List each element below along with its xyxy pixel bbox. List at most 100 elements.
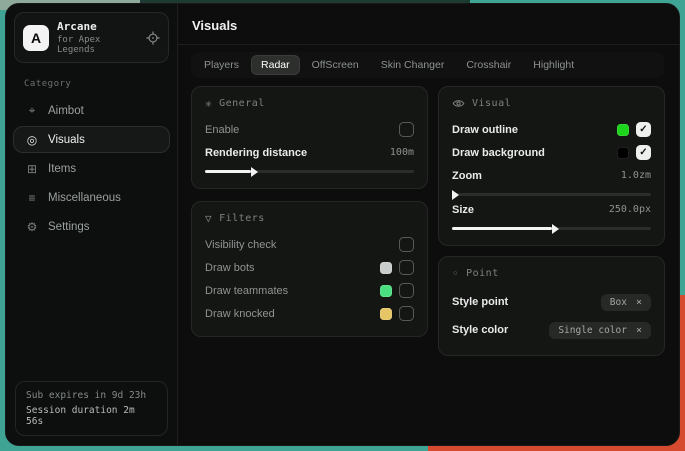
zoom-slider[interactable]	[452, 193, 651, 196]
draw-bots-checkbox[interactable]	[399, 260, 414, 275]
draw-background-checkbox[interactable]: ✓	[636, 145, 651, 160]
style-point-select[interactable]: Box ×	[601, 294, 651, 311]
tab-players[interactable]: Players	[194, 55, 249, 75]
size-label: Size	[452, 204, 474, 216]
sidebar-item-settings[interactable]: ⚙ Settings	[13, 213, 170, 240]
sidebar-item-aimbot[interactable]: ⌖ Aimbot	[13, 97, 170, 124]
draw-background-row: Draw background ✓	[452, 142, 651, 163]
sidebar-item-miscellaneous[interactable]: ≡ Miscellaneous	[13, 184, 170, 211]
scope-icon[interactable]	[146, 31, 160, 45]
draw-background-color-swatch[interactable]	[617, 147, 629, 159]
style-point-row: Style point Box ×	[452, 289, 651, 315]
rendering-distance-value: 100m	[390, 147, 414, 158]
sidebar: A Arcane for Apex Legends Category	[6, 4, 178, 445]
page-title: Visuals	[192, 18, 665, 33]
sidebar-item-label: Miscellaneous	[48, 192, 121, 204]
brand-card: A Arcane for Apex Legends	[14, 12, 169, 63]
draw-teammates-label: Draw teammates	[205, 285, 288, 297]
rendering-distance-row: Rendering distance 100m	[205, 142, 414, 163]
aimbot-icon: ⌖	[25, 103, 39, 118]
tab-highlight[interactable]: Highlight	[523, 55, 584, 75]
zoom-row: Zoom 1.0zm	[452, 165, 651, 186]
sub-expires-text: Sub expires in 9d 23h	[26, 390, 157, 401]
style-color-label: Style color	[452, 324, 508, 336]
zoom-value: 1.0zm	[621, 170, 651, 181]
size-row: Size 250.0px	[452, 199, 651, 220]
zoom-label: Zoom	[452, 170, 482, 182]
eye-icon	[452, 97, 465, 110]
brand-text: Arcane for Apex Legends	[57, 20, 138, 55]
draw-outline-label: Draw outline	[452, 124, 518, 136]
panel-general-title: General	[219, 98, 265, 109]
enable-checkbox[interactable]	[399, 122, 414, 137]
style-color-select[interactable]: Single color ×	[549, 322, 651, 339]
size-slider[interactable]	[452, 227, 651, 230]
panel-point: ◦ Point Style point Box × Style color	[438, 256, 665, 356]
rendering-distance-slider[interactable]	[205, 170, 414, 173]
app-subtitle: for Apex Legends	[57, 35, 138, 55]
style-point-label: Style point	[452, 296, 508, 308]
panel-filters-header: ▽ Filters	[205, 212, 414, 225]
close-icon[interactable]: ×	[636, 325, 642, 336]
miscellaneous-icon: ≡	[25, 191, 39, 205]
visibility-check-label: Visibility check	[205, 239, 276, 251]
sidebar-item-label: Items	[48, 163, 76, 175]
subscription-status-card: Sub expires in 9d 23h Session duration 2…	[15, 381, 168, 436]
visuals-icon: ◎	[25, 133, 39, 147]
draw-knocked-row: Draw knocked	[205, 303, 414, 324]
slider-fill	[205, 170, 251, 173]
tab-skin-changer[interactable]: Skin Changer	[371, 55, 455, 75]
app-logo: A	[23, 25, 49, 51]
tab-crosshair[interactable]: Crosshair	[456, 55, 521, 75]
sidebar-item-label: Visuals	[48, 134, 85, 146]
panel-filters-title: Filters	[219, 213, 265, 224]
content: ✳ General Enable Rendering distance 100m	[178, 78, 679, 356]
draw-knocked-checkbox[interactable]	[399, 306, 414, 321]
rendering-distance-label: Rendering distance	[205, 147, 307, 159]
draw-bots-label: Draw bots	[205, 262, 255, 274]
tab-radar[interactable]: Radar	[251, 55, 300, 75]
draw-outline-color-swatch[interactable]	[617, 124, 629, 136]
draw-teammates-checkbox[interactable]	[399, 283, 414, 298]
draw-knocked-color-swatch[interactable]	[380, 308, 392, 320]
desktop-background: A Arcane for Apex Legends Category	[0, 0, 685, 451]
enable-row: Enable	[205, 119, 414, 140]
tab-bar: Players Radar OffScreen Skin Changer Cro…	[191, 52, 664, 78]
sidebar-item-visuals[interactable]: ◎ Visuals	[13, 126, 170, 153]
panel-visual-header: Visual	[452, 97, 651, 110]
items-icon: ⊞	[25, 162, 39, 176]
draw-outline-row: Draw outline ✓	[452, 119, 651, 140]
enable-label: Enable	[205, 124, 239, 136]
app-name: Arcane	[57, 20, 138, 33]
category-label: Category	[24, 79, 177, 89]
general-icon: ✳	[205, 97, 212, 110]
draw-bots-color-swatch[interactable]	[380, 262, 392, 274]
draw-background-label: Draw background	[452, 147, 545, 159]
draw-outline-checkbox[interactable]: ✓	[636, 122, 651, 137]
panel-point-title: Point	[466, 268, 499, 279]
slider-fill	[452, 227, 552, 230]
draw-teammates-color-swatch[interactable]	[380, 285, 392, 297]
style-color-row: Style color Single color ×	[452, 317, 651, 343]
tab-offscreen[interactable]: OffScreen	[302, 55, 369, 75]
size-value: 250.0px	[609, 204, 651, 215]
close-icon[interactable]: ×	[636, 297, 642, 308]
main-area: Visuals Players Radar OffScreen Skin Cha…	[178, 4, 679, 445]
style-color-value: Single color	[558, 325, 627, 336]
panel-general: ✳ General Enable Rendering distance 100m	[191, 86, 428, 189]
style-point-value: Box	[610, 297, 627, 308]
draw-knocked-label: Draw knocked	[205, 308, 275, 320]
draw-bots-row: Draw bots	[205, 257, 414, 278]
point-icon: ◦	[452, 267, 459, 280]
draw-teammates-row: Draw teammates	[205, 280, 414, 301]
sidebar-item-label: Aimbot	[48, 105, 84, 117]
app-window: A Arcane for Apex Legends Category	[5, 3, 680, 446]
panel-visual-title: Visual	[472, 98, 511, 109]
sidebar-item-items[interactable]: ⊞ Items	[13, 155, 170, 182]
panel-visual: Visual Draw outline ✓ Draw background	[438, 86, 665, 246]
main-header: Visuals	[178, 4, 679, 45]
settings-icon: ⚙	[25, 220, 39, 234]
visibility-check-row: Visibility check	[205, 234, 414, 255]
visibility-check-checkbox[interactable]	[399, 237, 414, 252]
sidebar-item-label: Settings	[48, 221, 90, 233]
